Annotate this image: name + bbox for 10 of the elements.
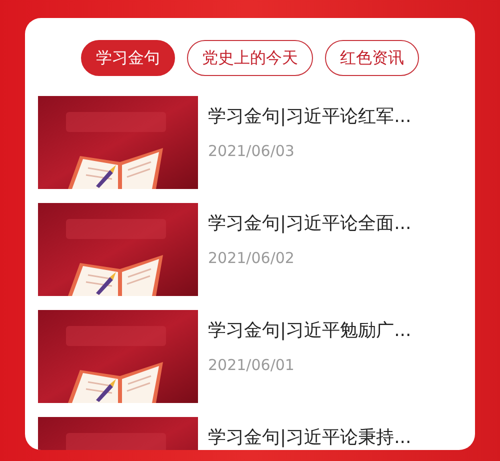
category-tab[interactable]: 党史上的今天	[187, 40, 313, 76]
article-title[interactable]: 学习金句|习近平论秉持...	[208, 425, 412, 449]
article-title[interactable]: 学习金句|习近平论全面...	[208, 211, 412, 235]
article-title[interactable]: 学习金句|习近平论红军...	[208, 104, 412, 128]
article-date: 2021/06/02	[208, 249, 296, 267]
category-tab[interactable]: 红色资讯	[325, 40, 419, 76]
article-date: 2021/06/01	[208, 356, 296, 374]
article-date: 2021/06/03	[208, 142, 296, 160]
category-tab[interactable]: 学习金句	[81, 40, 175, 76]
article-title[interactable]: 学习金句|习近平勉励广...	[208, 318, 412, 342]
